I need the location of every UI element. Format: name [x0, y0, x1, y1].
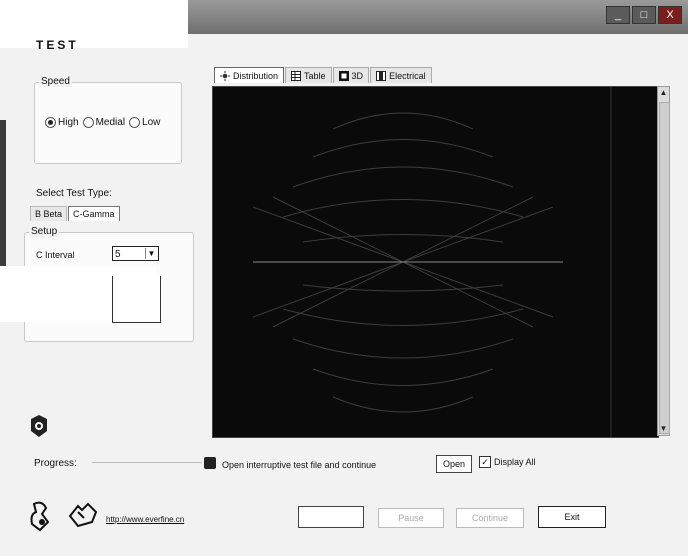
tab-table-label: Table: [304, 71, 326, 81]
table-icon: [291, 71, 302, 81]
chevron-down-icon[interactable]: ▼: [145, 248, 157, 259]
distribution-curves: [252, 87, 612, 437]
speed-medial-radio[interactable]: Medial: [82, 117, 126, 128]
tab-table[interactable]: Table: [285, 67, 332, 83]
sun-icon: [220, 71, 230, 81]
chart-tabs: Distribution Table 3D Electrical: [214, 67, 433, 83]
hidden-inputs-box[interactable]: [112, 276, 161, 323]
tab-distribution-label: Distribution: [233, 71, 279, 81]
tab-electrical[interactable]: Electrical: [370, 67, 432, 83]
open-button[interactable]: Open: [436, 455, 472, 473]
pause-button[interactable]: Pause: [378, 508, 444, 528]
speed-label: Speed: [39, 76, 72, 87]
title-bar: _ □ X: [0, 0, 688, 48]
speed-low-radio[interactable]: Low: [129, 117, 160, 128]
test-type-tabs: B Beta C-Gamma: [30, 206, 121, 221]
speed-options: High Medial Low: [45, 117, 164, 128]
tab-3d-label: 3D: [351, 71, 364, 81]
chart-scrollbar[interactable]: ▲ ▼: [657, 86, 670, 436]
scroll-up-icon[interactable]: ▲: [658, 87, 669, 99]
scroll-down-icon[interactable]: ▼: [658, 423, 669, 435]
cube-icon: [338, 71, 349, 81]
display-all-label: Display All: [494, 457, 536, 467]
radio-dot: [45, 117, 56, 128]
distribution-plot[interactable]: [212, 86, 659, 438]
window-controls: _ □ X: [606, 6, 682, 24]
speed-medial-label: Medial: [95, 117, 126, 128]
scroll-thumb[interactable]: [659, 102, 670, 434]
website-link[interactable]: http://www.everfine.cn: [106, 515, 184, 524]
tab-c-gamma[interactable]: C-Gamma: [68, 206, 120, 221]
progress-bar: [92, 456, 202, 463]
maximize-button[interactable]: □: [632, 6, 656, 24]
tab-b-beta[interactable]: B Beta: [30, 206, 68, 221]
tab-distribution[interactable]: Distribution: [214, 67, 285, 83]
continue-button[interactable]: Continue: [456, 508, 524, 528]
tab-electrical-label: Electrical: [389, 71, 426, 81]
c-interval-value: 5: [115, 249, 121, 260]
app-title: TEST: [36, 38, 79, 52]
close-button[interactable]: X: [658, 6, 682, 24]
select-test-type-label: Select Test Type:: [36, 188, 112, 199]
c-interval-label: C Interval: [36, 250, 75, 260]
tab-3d[interactable]: 3D: [332, 67, 370, 83]
speed-high-radio[interactable]: High: [45, 117, 79, 128]
radio-dot: [82, 117, 94, 128]
c-interval-select[interactable]: 5 ▼: [112, 246, 159, 261]
blank-input-box[interactable]: [298, 506, 364, 528]
plug-icon: [30, 501, 50, 532]
speed-high-label: High: [58, 117, 79, 128]
gear-icon[interactable]: [28, 414, 50, 438]
speed-group: Speed High Medial Low: [34, 76, 182, 164]
progress-label: Progress:: [34, 458, 77, 469]
exit-button[interactable]: Exit: [538, 506, 606, 528]
minimize-button[interactable]: _: [606, 6, 630, 24]
title-bar-cutout: [0, 0, 188, 48]
electrical-icon: [376, 71, 387, 81]
speed-low-label: Low: [142, 117, 161, 128]
radio-dot: [129, 117, 141, 128]
hand-icon: [68, 502, 98, 528]
setup-label: Setup: [29, 226, 60, 237]
display-all-checkbox[interactable]: ✓: [479, 456, 491, 468]
open-file-text: Open interruptive test file and continue: [222, 460, 377, 470]
open-file-icon: [204, 457, 216, 469]
